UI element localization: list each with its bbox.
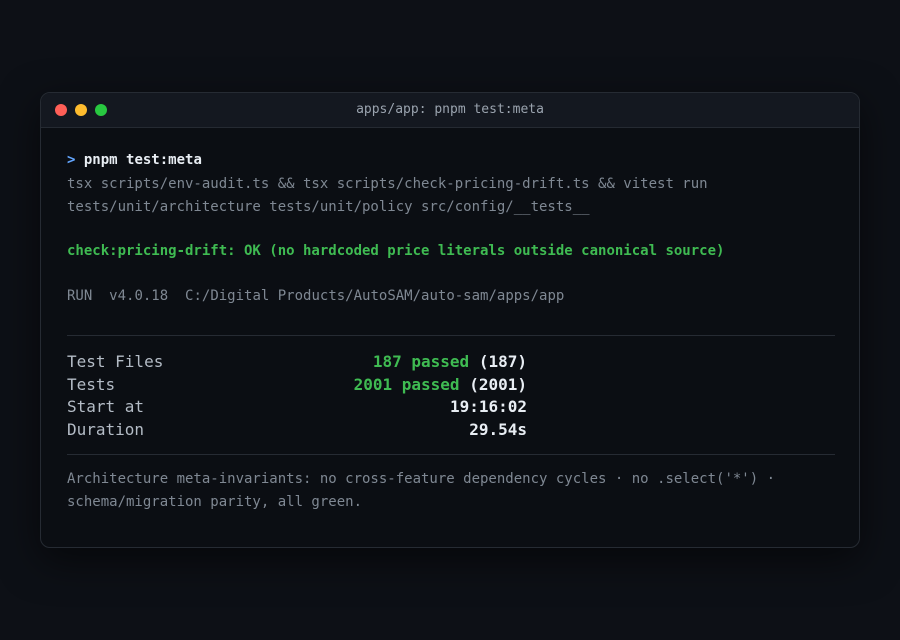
run-label: RUN xyxy=(67,288,93,304)
summary-row-start-at: Start at 19:16:02 xyxy=(67,397,527,416)
summary-label: Tests xyxy=(67,375,116,394)
script-line-1: tsx scripts/env-audit.ts && tsx scripts/… xyxy=(67,176,708,192)
divider-top xyxy=(67,335,835,336)
run-path: C:/Digital Products/AutoSAM/auto-sam/app… xyxy=(185,288,565,304)
window-title: apps/app: pnpm test:meta xyxy=(356,102,544,117)
total-count: (187) xyxy=(478,352,527,371)
start-time-value: 19:16:02 xyxy=(449,397,527,416)
vitest-run-line: RUN v4.0.18 C:/Digital Products/AutoSAM/… xyxy=(67,287,564,305)
summary-row-duration: Duration 29.54s xyxy=(67,420,527,439)
command-line: > pnpm test:meta xyxy=(67,151,202,169)
duration-value: 29.54s xyxy=(469,420,527,439)
total-count: (2001) xyxy=(469,375,527,394)
summary-label: Test Files xyxy=(67,352,164,371)
summary-label: Start at xyxy=(67,397,145,416)
terminal-window: apps/app: pnpm test:meta > pnpm test:met… xyxy=(40,92,860,548)
divider-bottom xyxy=(67,454,835,455)
run-version: v4.0.18 xyxy=(109,288,169,304)
summary-row-tests: Tests 2001 passed (2001) xyxy=(67,375,527,394)
architecture-note: Architecture meta-invariants: no cross-f… xyxy=(67,471,776,510)
passed-count: 187 passed xyxy=(372,352,470,371)
title-bar: apps/app: pnpm test:meta xyxy=(41,93,859,128)
summary-row-test-files: Test Files 187 passed (187) xyxy=(67,352,527,371)
script-line-2: tests/unit/architecture tests/unit/polic… xyxy=(67,199,590,215)
summary-value: 187 passed (187) xyxy=(373,352,527,371)
pricing-drift-result: check:pricing-drift: OK (no hardcoded pr… xyxy=(67,243,725,259)
summary-label: Duration xyxy=(67,420,145,439)
passed-count: 2001 passed xyxy=(353,375,460,394)
command-text: pnpm test:meta xyxy=(83,152,202,168)
prompt-symbol: > xyxy=(67,152,76,168)
summary-value: 2001 passed (2001) xyxy=(354,375,527,394)
